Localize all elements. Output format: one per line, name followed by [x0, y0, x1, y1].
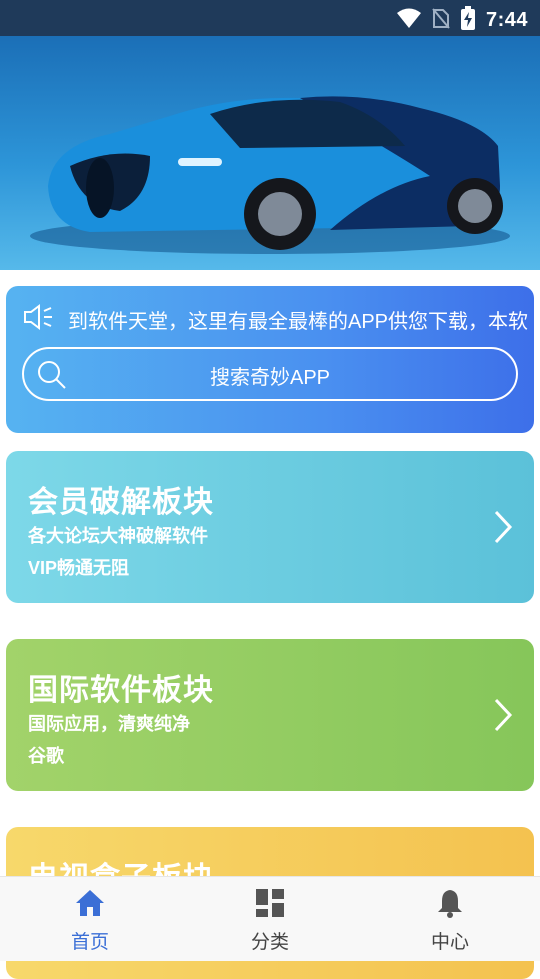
status-bar: 7:44	[0, 0, 540, 36]
nav-item-home[interactable]: 首页	[0, 877, 180, 961]
nav-item-category[interactable]: 分类	[180, 877, 360, 961]
search-input[interactable]: 搜索奇妙APP	[22, 347, 518, 401]
nav-label: 首页	[70, 932, 109, 953]
bell-icon	[434, 887, 466, 924]
module-card-international[interactable]: 国际软件板块 国际应用，清爽纯净 谷歌	[6, 639, 534, 791]
module-subtitle: VIP畅通无阻	[28, 558, 130, 578]
status-time: 7:44	[485, 9, 528, 31]
nav-label: 中心	[430, 932, 469, 953]
home-icon	[74, 887, 106, 924]
chevron-right-icon	[492, 697, 514, 738]
no-sim-icon	[432, 7, 450, 34]
module-title: 会员破解板块	[28, 486, 214, 519]
speaker-icon	[22, 303, 54, 336]
car-illustration	[30, 96, 510, 254]
notice-card: 到软件天堂，这里有最全最棒的APP供您下载，本软 搜索奇妙APP	[6, 286, 534, 433]
search-placeholder: 搜索奇妙APP	[209, 367, 331, 389]
nav-item-center[interactable]: 中心	[360, 877, 540, 961]
announcement-marquee[interactable]: 到软件天堂，这里有最全最棒的APP供您下载，本软	[22, 302, 534, 336]
announcement-text: 到软件天堂，这里有最全最棒的APP供您下载，本软	[68, 310, 529, 333]
nav-label: 分类	[250, 932, 289, 953]
battery-charging-icon	[460, 6, 476, 35]
wifi-icon	[396, 7, 422, 34]
module-subtitle: 各大论坛大神破解软件	[28, 526, 208, 546]
module-subtitle: 谷歌	[28, 746, 64, 766]
module-title: 国际软件板块	[28, 674, 214, 707]
banner-image[interactable]	[0, 36, 540, 270]
chevron-right-icon	[492, 509, 514, 550]
bottom-navigation: 首页 分类 中心	[0, 876, 540, 961]
module-subtitle: 国际应用，清爽纯净	[28, 714, 190, 734]
grid-icon	[254, 887, 286, 924]
module-card-vip[interactable]: 会员破解板块 各大论坛大神破解软件 VIP畅通无阻	[6, 451, 534, 603]
status-icons: 7:44	[396, 6, 528, 35]
